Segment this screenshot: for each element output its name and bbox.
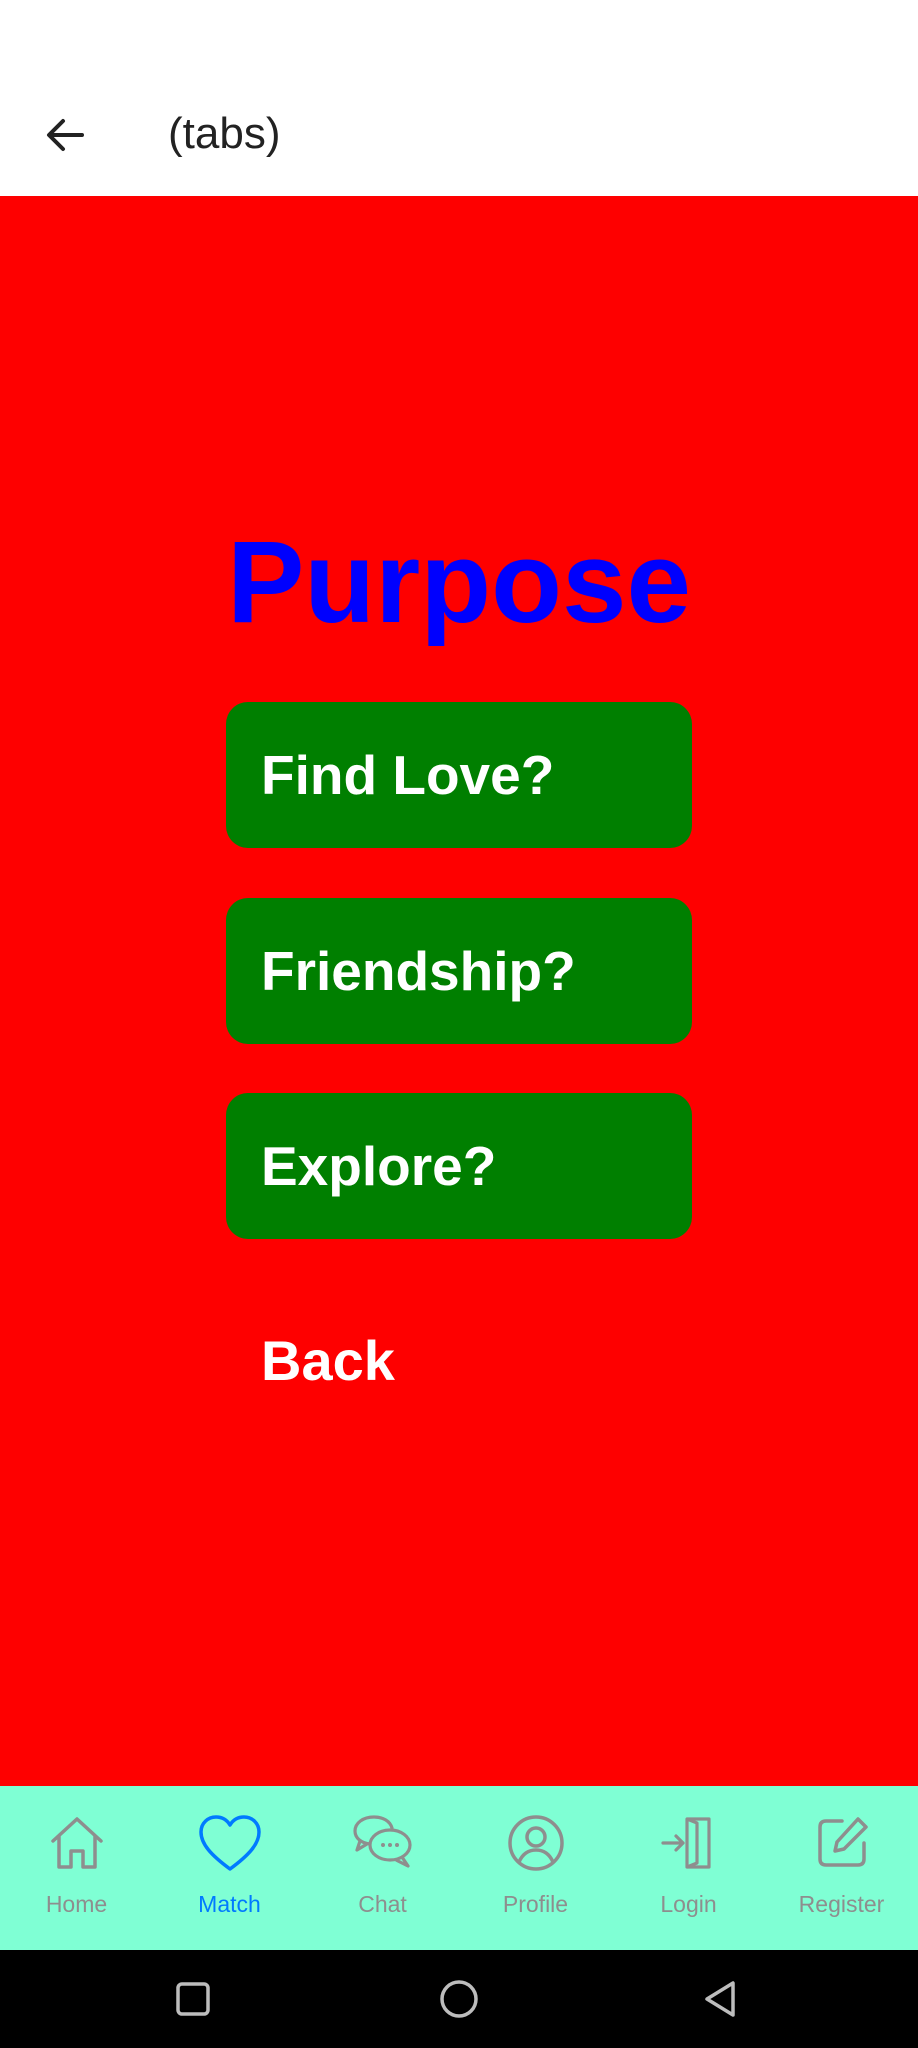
tab-chat-label: Chat	[358, 1891, 407, 1917]
find-love-button[interactable]: Find Love?	[226, 702, 692, 848]
tab-home[interactable]: Home	[0, 1786, 153, 1950]
tab-login-label: Login	[660, 1891, 717, 1917]
tab-register[interactable]: Register	[765, 1786, 918, 1950]
explore-button[interactable]: Explore?	[226, 1093, 692, 1239]
friendship-button[interactable]: Friendship?	[226, 898, 692, 1044]
friendship-label: Friendship?	[261, 940, 576, 1002]
heart-icon	[197, 1810, 263, 1876]
home-circle-icon[interactable]	[434, 1974, 484, 2024]
home-icon	[44, 1810, 110, 1876]
system-nav-bar	[0, 1950, 918, 2048]
tab-profile[interactable]: Profile	[459, 1786, 612, 1950]
page-title: Purpose	[226, 517, 692, 647]
tab-match-label: Match	[198, 1891, 261, 1917]
login-door-icon	[656, 1810, 722, 1876]
status-bar	[0, 0, 918, 80]
user-circle-icon	[503, 1810, 569, 1876]
back-triangle-icon[interactable]	[696, 1974, 746, 2024]
edit-icon	[809, 1810, 875, 1876]
tab-chat[interactable]: Chat	[306, 1786, 459, 1950]
back-button[interactable]: Back	[261, 1326, 395, 1396]
tab-match[interactable]: Match	[153, 1786, 306, 1950]
explore-label: Explore?	[261, 1135, 497, 1197]
chat-bubbles-icon	[350, 1810, 416, 1876]
purpose-screen: Purpose Find Love? Friendship? Explore? …	[0, 196, 918, 1786]
tab-home-label: Home	[45, 1891, 108, 1917]
header-title: (tabs)	[168, 109, 281, 158]
bottom-tab-bar: Home Match Chat Profile Login Register	[0, 1786, 918, 1950]
back-arrow-icon[interactable]	[40, 110, 90, 160]
find-love-label: Find Love?	[261, 744, 555, 806]
recents-square-icon[interactable]	[168, 1974, 218, 2024]
tab-register-label: Register	[798, 1891, 885, 1917]
tab-profile-label: Profile	[502, 1891, 569, 1917]
app-header: (tabs)	[0, 80, 918, 196]
tab-login[interactable]: Login	[612, 1786, 765, 1950]
